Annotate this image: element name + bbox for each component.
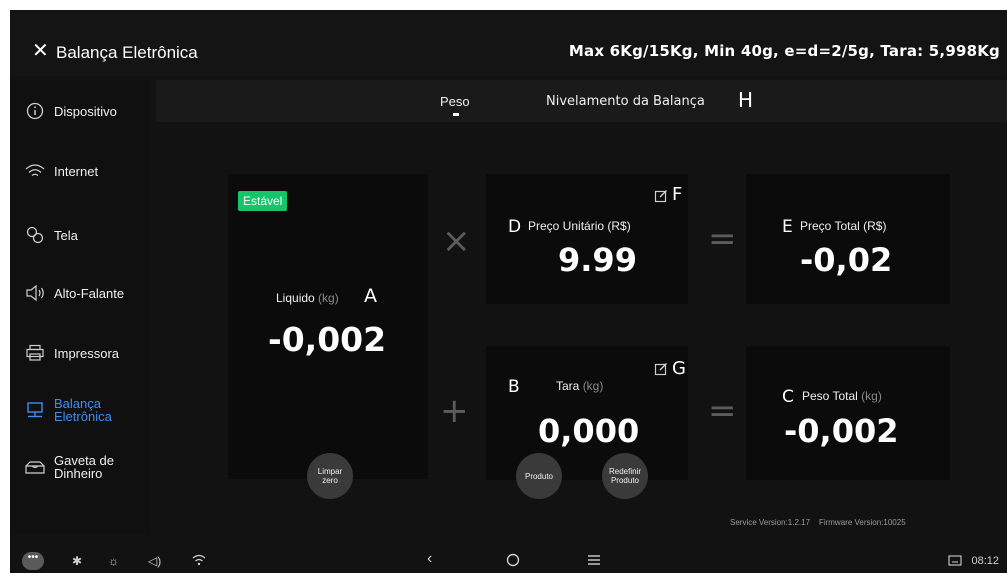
total-weight-card: C Peso Total (kg) -0,002 <box>746 346 950 480</box>
net-weight-card: Estável Liquido (kg) A -0,002 Limpar zero <box>228 174 428 499</box>
sidebar-item-label: Dispositivo <box>54 103 117 119</box>
total-price-label: Preço Total (R$) <box>800 219 887 233</box>
more-icon[interactable]: ••• <box>22 552 44 570</box>
keyboard-icon[interactable] <box>948 555 962 569</box>
unit-price-label: Preço Unitário (R$) <box>528 219 631 233</box>
printer-icon <box>22 343 48 363</box>
brightness-icon: ☼ <box>108 554 119 568</box>
total-price-card: E Preço Total (R$) -0,02 <box>746 174 950 304</box>
cash-drawer-icon <box>22 457 48 477</box>
sidebar-item-balanca-eletronica[interactable]: Balança Eletrônica <box>22 393 112 427</box>
status-badge: Estável <box>238 191 288 211</box>
sidebar-item-label: Tela <box>54 227 78 243</box>
screen: ✕ Balança Eletrônica Max 6Kg/15Kg, Min 4… <box>10 10 1007 573</box>
home-icon[interactable] <box>506 553 520 570</box>
net-weight-value: -0,002 <box>268 320 387 359</box>
sidebar-item-gaveta-de-dinheiro[interactable]: Gaveta de Dinheiro <box>22 450 114 484</box>
marker-c: C <box>782 387 794 407</box>
sidebar: Dispositivo Internet Tela Alto-Falante I… <box>10 80 150 535</box>
sidebar-item-dispositivo[interactable]: Dispositivo <box>22 94 117 128</box>
display-settings-icon <box>22 225 48 245</box>
marker-f: F <box>672 184 683 205</box>
unit-price-card: D Preço Unitário (R$) F 9.99 <box>486 174 688 304</box>
info-icon <box>22 101 48 121</box>
scale-icon <box>22 400 48 420</box>
page-title: Balança Eletrônica <box>56 43 198 62</box>
active-tab-indicator <box>453 113 459 116</box>
close-icon[interactable]: ✕ <box>32 41 49 61</box>
plus-operator: + <box>440 391 469 431</box>
tare-value: 0,000 <box>538 412 640 450</box>
tab-bar: Peso Nivelamento da Balança H <box>156 80 1007 122</box>
bluetooth-icon: ✱ <box>72 554 83 568</box>
equals-operator-bottom: = <box>708 391 737 431</box>
unit-price-value: 9.99 <box>558 241 637 279</box>
marker-d: D <box>508 217 522 237</box>
speaker-icon <box>22 283 48 303</box>
tare-card: B Tara (kg) G 0,000 Produto Redefinir Pro… <box>486 346 688 499</box>
clock: 08:12 <box>971 555 999 567</box>
wifi-icon <box>22 161 48 181</box>
wifi-icon <box>192 554 206 569</box>
net-weight-label: Liquido (kg) <box>276 291 339 305</box>
edit-icon[interactable] <box>654 189 668 203</box>
app-header: ✕ Balança Eletrônica Max 6Kg/15Kg, Min 4… <box>10 10 1007 76</box>
sidebar-item-label: Alto-Falante <box>54 285 125 301</box>
sidebar-item-label: Impressora <box>54 345 120 361</box>
system-nav-bar: ••• ✱ ☼ ◁) ‹ 08:12 <box>10 550 1007 573</box>
marker-h: H <box>738 88 754 112</box>
marker-e: E <box>782 217 793 237</box>
tab-nivelamento[interactable]: Nivelamento da Balança <box>546 94 705 109</box>
multiply-operator: × <box>442 221 471 261</box>
sidebar-item-alto-falante[interactable]: Alto-Falante <box>22 276 124 310</box>
total-weight-value: -0,002 <box>784 412 899 450</box>
recent-apps-icon[interactable] <box>587 553 601 570</box>
scale-specs: Max 6Kg/15Kg, Min 40g, e=d=2/5g, Tara: 5… <box>568 42 1000 60</box>
tab-peso[interactable]: Peso <box>440 94 470 109</box>
clear-zero-button[interactable]: Limpar zero <box>307 453 353 499</box>
sidebar-item-internet[interactable]: Internet <box>22 154 98 188</box>
marker-a: A <box>364 285 377 307</box>
edit-icon[interactable] <box>654 362 668 376</box>
back-icon[interactable]: ‹ <box>427 551 432 567</box>
sidebar-item-tela[interactable]: Tela <box>22 218 78 252</box>
equals-operator-top: = <box>708 219 737 259</box>
tare-label: Tara (kg) <box>556 379 604 393</box>
sidebar-item-label: Balança Eletrônica <box>54 396 112 424</box>
sidebar-item-impressora[interactable]: Impressora <box>22 336 119 370</box>
sidebar-item-label: Gaveta de Dinheiro <box>54 453 114 481</box>
total-weight-label: Peso Total (kg) <box>802 389 882 403</box>
reset-product-button[interactable]: Redefinir Produto <box>602 453 648 499</box>
total-price-value: -0,02 <box>800 241 893 279</box>
marker-g: G <box>672 358 686 379</box>
marker-b: B <box>508 377 520 397</box>
version-info: Service Version:1.2.17 Firmware Version:… <box>730 518 906 527</box>
product-button[interactable]: Produto <box>516 453 562 499</box>
volume-icon: ◁) <box>148 554 162 568</box>
sidebar-item-label: Internet <box>54 163 99 179</box>
